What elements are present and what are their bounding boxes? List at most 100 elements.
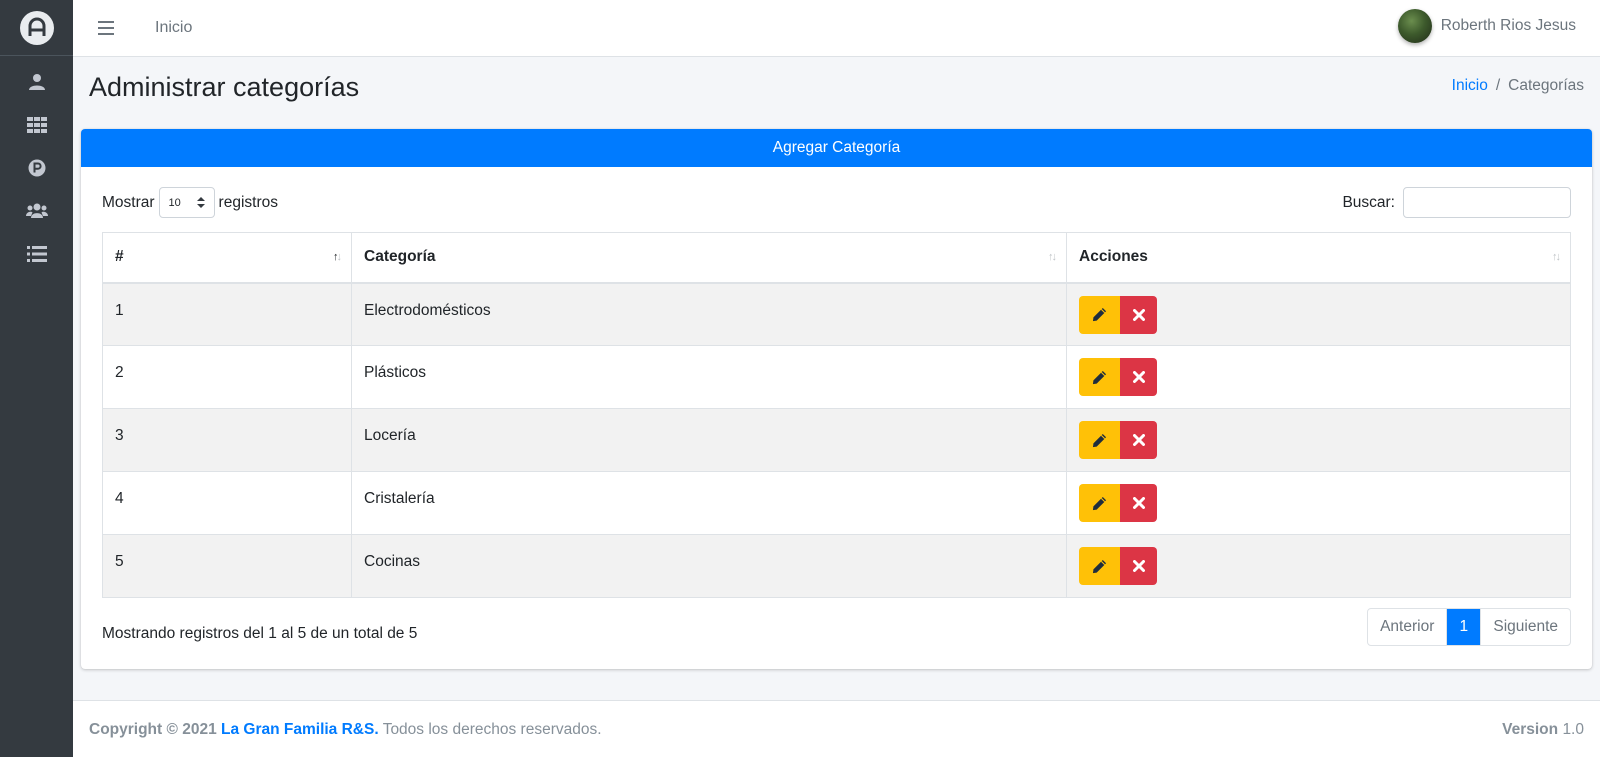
breadcrumb-home-link[interactable]: Inicio bbox=[1452, 77, 1488, 95]
table-header-row: # ↑↓ Categoría ↑↓ Acciones ↑↓ bbox=[102, 232, 1571, 284]
footer-version: Version 1.0 bbox=[1502, 721, 1584, 739]
sort-icon: ↑↓ bbox=[1552, 251, 1561, 263]
edit-button[interactable] bbox=[1079, 295, 1120, 334]
search-control: Buscar: bbox=[1342, 187, 1571, 218]
pagination: Anterior 1 Siguiente bbox=[1367, 608, 1571, 646]
table-row: 4 Cristalería bbox=[102, 471, 1571, 535]
sidebar-item-clients[interactable] bbox=[0, 189, 73, 232]
row-category: Cristalería bbox=[351, 471, 1067, 535]
breadcrumb-separator: / bbox=[1495, 77, 1501, 94]
table-info: Mostrando registros del 1 al 5 de un tot… bbox=[102, 625, 418, 642]
brand[interactable] bbox=[0, 0, 73, 56]
column-header-number[interactable]: # ↑↓ bbox=[102, 232, 352, 284]
table-row: 3 Locería bbox=[102, 408, 1571, 472]
sort-select-icon bbox=[196, 197, 205, 208]
delete-button[interactable] bbox=[1120, 358, 1157, 396]
edit-button[interactable] bbox=[1079, 358, 1120, 396]
edit-button[interactable] bbox=[1079, 547, 1120, 585]
row-category: Locería bbox=[351, 408, 1067, 472]
user-menu[interactable]: Roberth Rios Jesus bbox=[1397, 9, 1576, 43]
sidebar bbox=[0, 0, 73, 757]
row-category: Electrodomésticos bbox=[351, 282, 1067, 346]
footer-brand-link[interactable]: La Gran Familia R&S. bbox=[221, 721, 379, 738]
times-icon bbox=[1132, 560, 1145, 572]
top-navbar: Inicio Roberth Rios Jesus bbox=[73, 0, 1600, 57]
column-header-label: Categoría bbox=[364, 248, 436, 266]
search-input[interactable] bbox=[1403, 187, 1571, 218]
action-buttons bbox=[1079, 295, 1157, 334]
sidebar-item-products[interactable] bbox=[0, 146, 73, 189]
table-row: 5 Cocinas bbox=[102, 534, 1571, 598]
row-id: 3 bbox=[102, 408, 352, 472]
pencil-icon bbox=[1092, 307, 1107, 322]
pencil-icon bbox=[1092, 496, 1107, 510]
delete-button[interactable] bbox=[1120, 421, 1157, 459]
column-header-category[interactable]: Categoría ↑↓ bbox=[351, 232, 1067, 284]
hamburger-icon bbox=[98, 21, 114, 35]
page-length-select[interactable]: 10 bbox=[158, 187, 215, 218]
copyright-text: Copyright © 2021 bbox=[89, 721, 217, 738]
user-icon bbox=[28, 73, 45, 90]
list-icon bbox=[26, 245, 47, 262]
row-actions bbox=[1066, 408, 1571, 472]
pagination-page-button[interactable]: 1 bbox=[1446, 609, 1481, 645]
pencil-icon bbox=[1092, 559, 1107, 573]
nav-home-link[interactable]: Inicio bbox=[155, 19, 192, 37]
times-icon bbox=[1132, 434, 1145, 446]
edit-button[interactable] bbox=[1079, 421, 1120, 459]
logo-icon bbox=[28, 17, 45, 36]
app-logo bbox=[19, 10, 54, 45]
user-name: Roberth Rios Jesus bbox=[1440, 17, 1576, 34]
menu-toggle-button[interactable] bbox=[96, 18, 116, 38]
table-row: 1 Electrodomésticos bbox=[102, 282, 1571, 346]
delete-button[interactable] bbox=[1120, 547, 1157, 585]
row-actions bbox=[1066, 282, 1571, 346]
page-length-value: 10 bbox=[168, 196, 181, 209]
column-header-label: # bbox=[115, 248, 124, 266]
row-category: Cocinas bbox=[351, 534, 1067, 598]
column-header-actions[interactable]: Acciones ↑↓ bbox=[1066, 232, 1571, 284]
row-category: Plásticos bbox=[351, 345, 1067, 409]
times-icon bbox=[1132, 497, 1145, 509]
sidebar-item-sales[interactable] bbox=[0, 232, 73, 275]
table-row: 2 Plásticos bbox=[102, 345, 1571, 409]
action-buttons bbox=[1079, 421, 1157, 459]
parking-icon bbox=[28, 159, 45, 176]
sidebar-item-categories[interactable] bbox=[0, 103, 73, 146]
search-label: Buscar: bbox=[1342, 193, 1395, 211]
categories-card: Agregar Categoría Mostrar 10 registros B… bbox=[81, 129, 1592, 669]
length-suffix: registros bbox=[218, 193, 278, 211]
action-buttons bbox=[1079, 484, 1157, 522]
length-control: Mostrar 10 registros bbox=[102, 187, 278, 218]
pencil-icon bbox=[1092, 433, 1107, 447]
row-actions bbox=[1066, 345, 1571, 409]
row-actions bbox=[1066, 534, 1571, 598]
action-buttons bbox=[1079, 547, 1157, 585]
pagination-next-button[interactable]: Siguiente bbox=[1480, 609, 1570, 645]
footer-copyright: Copyright © 2021 La Gran Familia R&S. To… bbox=[89, 721, 602, 739]
version-label: Version bbox=[1502, 721, 1559, 738]
pencil-icon bbox=[1092, 370, 1107, 384]
delete-button[interactable] bbox=[1120, 484, 1157, 522]
grid-icon bbox=[26, 116, 47, 133]
row-actions bbox=[1066, 471, 1571, 535]
avatar bbox=[1397, 9, 1432, 43]
row-id: 4 bbox=[102, 471, 352, 535]
rights-text: Todos los derechos reservados. bbox=[382, 721, 602, 738]
sort-asc-icon: ↑↓ bbox=[333, 251, 342, 263]
categories-table: # ↑↓ Categoría ↑↓ Acciones ↑↓ 1 Electrodo… bbox=[102, 232, 1571, 598]
add-category-button[interactable]: Agregar Categoría bbox=[81, 129, 1592, 167]
times-icon bbox=[1132, 308, 1145, 321]
sidebar-item-users[interactable] bbox=[0, 60, 73, 103]
version-value: 1.0 bbox=[1562, 721, 1584, 738]
sort-icon: ↑↓ bbox=[1048, 251, 1057, 263]
pagination-prev-button[interactable]: Anterior bbox=[1368, 609, 1446, 645]
edit-button[interactable] bbox=[1079, 484, 1120, 522]
footer: Copyright © 2021 La Gran Familia R&S. To… bbox=[73, 700, 1600, 757]
delete-button[interactable] bbox=[1120, 295, 1157, 334]
breadcrumb: Inicio / Categorías bbox=[1452, 77, 1584, 95]
page-title: Administrar categorías bbox=[89, 72, 360, 102]
column-header-label: Acciones bbox=[1079, 248, 1148, 266]
row-id: 5 bbox=[102, 534, 352, 598]
users-icon bbox=[25, 203, 48, 218]
